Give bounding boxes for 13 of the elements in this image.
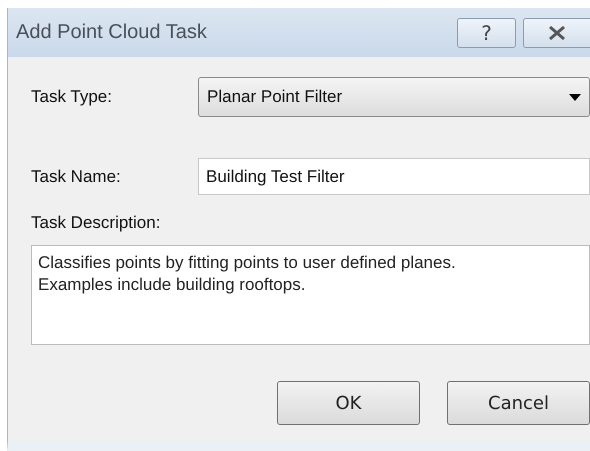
cancel-button[interactable]: Cancel — [447, 381, 590, 425]
close-button[interactable] — [523, 18, 590, 48]
task-description-field[interactable]: Classifies points by fitting points to user defined planes. Examples include building rooftops. — [31, 245, 590, 345]
field-label: Task Name: — [31, 166, 122, 186]
task-name-field[interactable]: Building Test Filter — [198, 158, 590, 195]
field-label: Task Type: — [31, 87, 113, 107]
close-icon — [548, 26, 566, 40]
ok-button[interactable]: OK — [277, 381, 420, 425]
window-title: Add Point Cloud Task — [16, 21, 208, 44]
task-type-dropdown[interactable]: Planar Point Filter — [198, 77, 590, 117]
field-label: Task Description: — [31, 213, 162, 233]
dropdown-arrow-icon — [569, 94, 581, 100]
help-button[interactable]: ? — [457, 18, 516, 48]
